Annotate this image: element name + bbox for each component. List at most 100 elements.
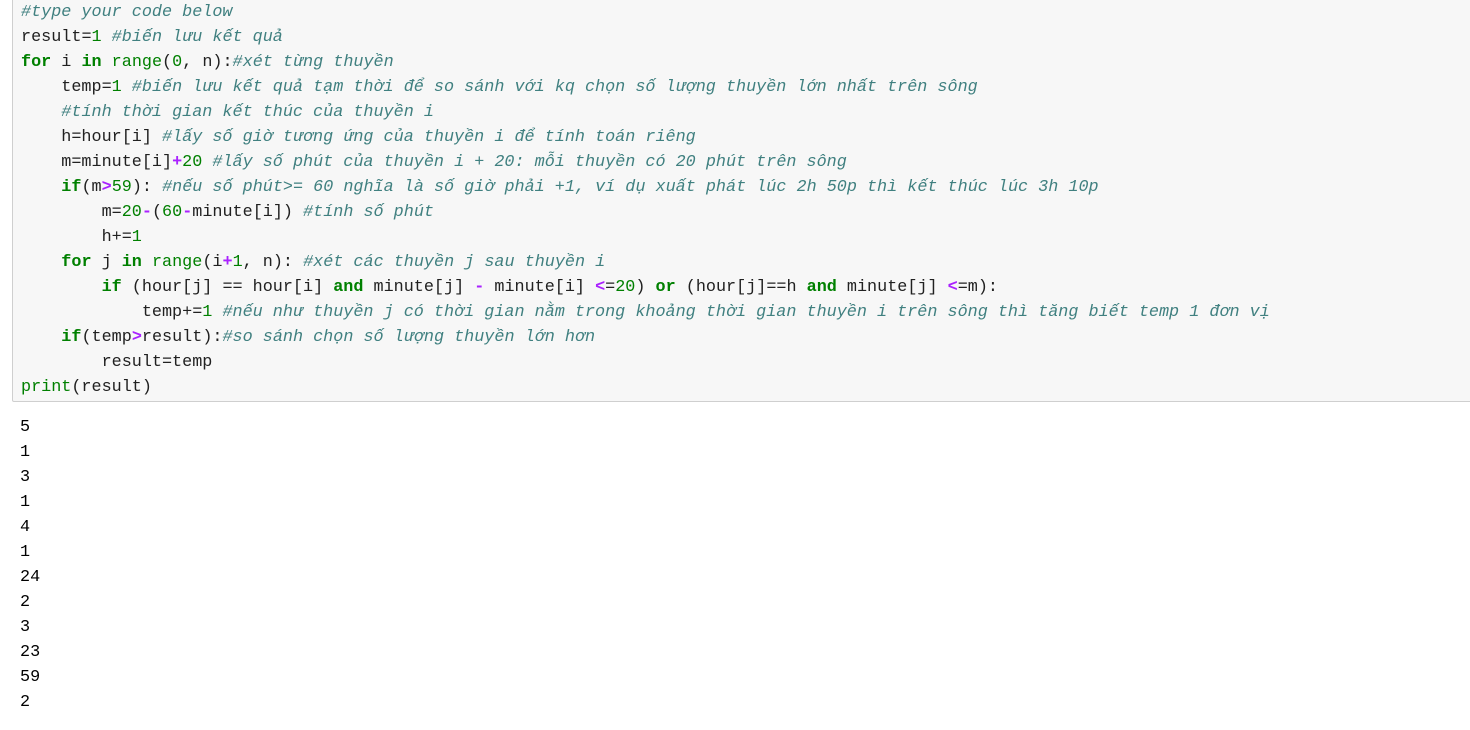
code-token-tx: result): [141, 328, 223, 347]
code-token-bi: range [151, 253, 203, 272]
code-token-kw: and [333, 278, 364, 297]
code-line: if(temp>result):#so sánh chọn số lượng t… [21, 325, 1270, 350]
code-token-tx: minute[j] [836, 278, 948, 297]
code-token-tx: j [91, 253, 122, 272]
code-token-kw: and [806, 278, 837, 297]
code-token-tx [21, 278, 102, 297]
output-line: 2 [20, 593, 31, 612]
code-token-tx: (m [81, 178, 102, 197]
code-line: h+=1 [21, 225, 1270, 250]
code-token-op: + [172, 153, 183, 172]
code-token-tx [21, 253, 61, 272]
code-token-op: - [141, 203, 152, 222]
code-token-cm: #xét từng thuyền [232, 53, 394, 72]
code-token-tx: =m): [957, 278, 998, 297]
output-line: 24 [20, 568, 41, 587]
code-token-tx: (hour[j]==h [675, 278, 807, 297]
code-token-tx [202, 153, 212, 172]
code-line: if(m>59): #nếu số phút>= 60 nghĩa là số … [21, 175, 1270, 200]
code-token-tx: , n): [242, 253, 304, 272]
code-editor[interactable]: #type your code below result=1 #biến lưu … [21, 0, 1270, 400]
code-token-tx: h+= [21, 228, 132, 247]
code-line: result=1 #biến lưu kết quả [21, 25, 1270, 50]
output-line: 5 [20, 418, 31, 437]
code-token-kw: in [81, 53, 102, 72]
code-token-tx: temp= [21, 78, 112, 97]
code-token-bi: print [21, 378, 72, 397]
code-token-num: 20 [182, 153, 203, 172]
code-line: result=temp [21, 350, 1270, 375]
code-token-op: - [474, 278, 485, 297]
output-line: 59 [20, 668, 41, 687]
code-token-num: 20 [121, 203, 142, 222]
code-token-kw: if [101, 278, 122, 297]
code-token-num: 1 [232, 253, 243, 272]
code-token-num: 60 [162, 203, 183, 222]
code-token-tx: minute[j] [363, 278, 475, 297]
output-line: 1 [20, 493, 31, 512]
code-token-bi: range [111, 53, 163, 72]
output-line: 1 [20, 543, 31, 562]
output-line: 4 [20, 518, 31, 537]
code-token-num: 1 [111, 78, 122, 97]
output-line: 3 [20, 468, 31, 487]
code-token-op: - [182, 203, 193, 222]
code-line: #tính thời gian kết thúc của thuyền i [21, 100, 1270, 125]
code-token-num: 59 [111, 178, 132, 197]
code-token-tx [122, 78, 132, 97]
code-token-op: < [947, 278, 958, 297]
code-line: #type your code below [21, 0, 1270, 25]
code-line: temp=1 #biến lưu kết quả tạm thời để so … [21, 75, 1270, 100]
code-token-cm: #tính thời gian kết thúc của thuyền i [61, 103, 434, 122]
code-token-num: 20 [615, 278, 636, 297]
code-token-cm: #so sánh chọn số lượng thuyền lớn hơn [222, 328, 596, 347]
code-token-cm: #xét các thuyền j sau thuyền i [303, 253, 606, 272]
code-token-tx: = [605, 278, 616, 297]
code-token-tx [102, 53, 112, 72]
code-token-kw: for [21, 53, 52, 72]
code-token-kw: or [655, 278, 676, 297]
code-token-tx: ( [162, 53, 173, 72]
code-token-tx: (hour[j] == hour[i] [121, 278, 334, 297]
code-token-num: 0 [172, 53, 183, 72]
code-token-kw: for [61, 253, 92, 272]
code-token-tx: h=hour[i] [21, 128, 162, 147]
code-token-tx: minute[i]) [192, 203, 304, 222]
code-token-tx: result [21, 28, 82, 47]
code-token-cm: #biến lưu kết quả tạm thời để so sánh vớ… [131, 78, 978, 97]
code-token-op: < [595, 278, 606, 297]
code-line: for i in range(0, n):#xét từng thuyền [21, 50, 1270, 75]
code-token-kw: if [61, 178, 82, 197]
code-token-cm: #lấy số giờ tương ứng của thuyền i để tí… [162, 128, 696, 147]
output-line: 3 [20, 618, 31, 637]
code-token-tx: m=minute[i] [21, 153, 173, 172]
code-token-tx: (result) [71, 378, 152, 397]
code-token-tx [212, 303, 222, 322]
code-token-tx: i [51, 53, 82, 72]
code-token-op: + [222, 253, 233, 272]
code-token-tx: ): [131, 178, 163, 197]
cell-output: 5 1 3 1 4 1 24 2 3 23 59 2 [20, 415, 40, 715]
code-token-tx: minute[i] [484, 278, 596, 297]
code-token-tx: temp+= [21, 303, 203, 322]
code-token-tx: (i [202, 253, 223, 272]
code-token-tx: result=temp [21, 353, 213, 372]
code-token-tx: ) [635, 278, 656, 297]
code-token-cm: #type your code below [21, 3, 233, 22]
code-token-tx [21, 103, 61, 122]
code-token-cm: #biến lưu kết quả [111, 28, 283, 47]
code-line: for j in range(i+1, n): #xét các thuyền … [21, 250, 1270, 275]
code-token-op: > [131, 328, 142, 347]
code-token-num: 1 [202, 303, 213, 322]
code-token-cm: #lấy số phút của thuyền i + 20: mỗi thuy… [212, 153, 847, 172]
code-token-tx [142, 253, 152, 272]
code-token-tx [21, 178, 61, 197]
output-line: 23 [20, 643, 41, 662]
code-token-num: 1 [131, 228, 142, 247]
output-line: 2 [20, 693, 31, 712]
code-token-op: > [101, 178, 112, 197]
code-line: temp+=1 #nếu như thuyền j có thời gian n… [21, 300, 1270, 325]
code-token-kw: in [121, 253, 142, 272]
code-token-tx: m= [21, 203, 122, 222]
code-line: m=minute[i]+20 #lấy số phút của thuyền i… [21, 150, 1270, 175]
